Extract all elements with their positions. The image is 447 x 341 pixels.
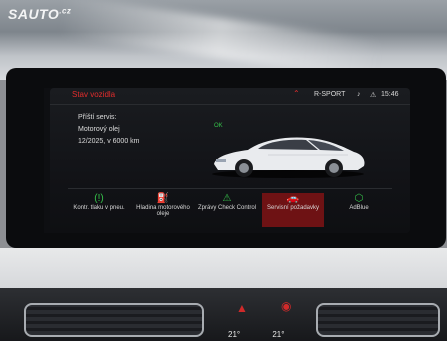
clock: 15:46 [381, 91, 399, 98]
right-temp: 21° [272, 330, 285, 339]
page-title: Stav vozidla [72, 90, 116, 99]
drive-mode: R-SPORT [314, 91, 346, 98]
left-temp: 21° [228, 330, 241, 339]
oil-can-icon: ⛽ [156, 193, 170, 204]
service-item: Motorový olej [78, 126, 120, 133]
tile-label: Hladina motorového oleje [136, 205, 190, 217]
tile-row: (!) Kontr. tlaku v pneu. ⛽ Hladina motor… [68, 188, 392, 229]
tile-adblue[interactable]: ⬡ AdBlue [328, 193, 390, 227]
music-icon: ♪ [357, 91, 361, 98]
tile-tire-pressure[interactable]: (!) Kontr. tlaku v pneu. [68, 193, 130, 227]
tile-service-requirements[interactable]: 🚗 Servisní požadavky [262, 193, 324, 227]
air-vent-right [316, 303, 440, 337]
car-service-icon: 🚗 [286, 193, 300, 204]
warning-icon: ⚠ [370, 92, 377, 99]
header-bar: Stav vozidla ⌃ R-SPORT ♪ ⚠ 15:46 [50, 88, 410, 105]
tile-check-control[interactable]: ⚠ Zprávy Check Control [196, 193, 258, 227]
tile-label: Kontr. tlaku v pneu. [73, 205, 125, 211]
service-due: 12/2025, v 6000 km [78, 138, 140, 145]
dashboard-trim [0, 248, 447, 288]
tile-label: AdBlue [349, 205, 369, 211]
tire-pressure-icon: (!) [94, 193, 104, 204]
warning-triangle-icon: ⚠ [222, 193, 232, 204]
service-info: Příští servis: Motorový olej 12/2025, v … [78, 112, 140, 148]
tile-label: Zprávy Check Control [197, 205, 257, 211]
idrive-screen: Stav vozidla ⌃ R-SPORT ♪ ⚠ 15:46 Příští … [50, 88, 410, 233]
climate-temps: 21° 21° [228, 330, 314, 339]
ok-indicator: OK [214, 123, 223, 129]
service-label: Příští servis: [78, 114, 117, 121]
watermark: SAUTO.cz [8, 6, 72, 22]
chevron-up-icon[interactable]: ⌃ [293, 89, 300, 98]
air-vent-left [24, 303, 204, 337]
tile-oil-level[interactable]: ⛽ Hladina motorového oleje [132, 193, 194, 227]
passenger-airbag-icon: ◉ [281, 299, 292, 313]
car-image [212, 137, 365, 178]
hazard-button-icon[interactable]: ▲ [236, 301, 248, 315]
adblue-icon: ⬡ [354, 193, 364, 204]
tile-label: Servisní požadavky [266, 205, 320, 211]
